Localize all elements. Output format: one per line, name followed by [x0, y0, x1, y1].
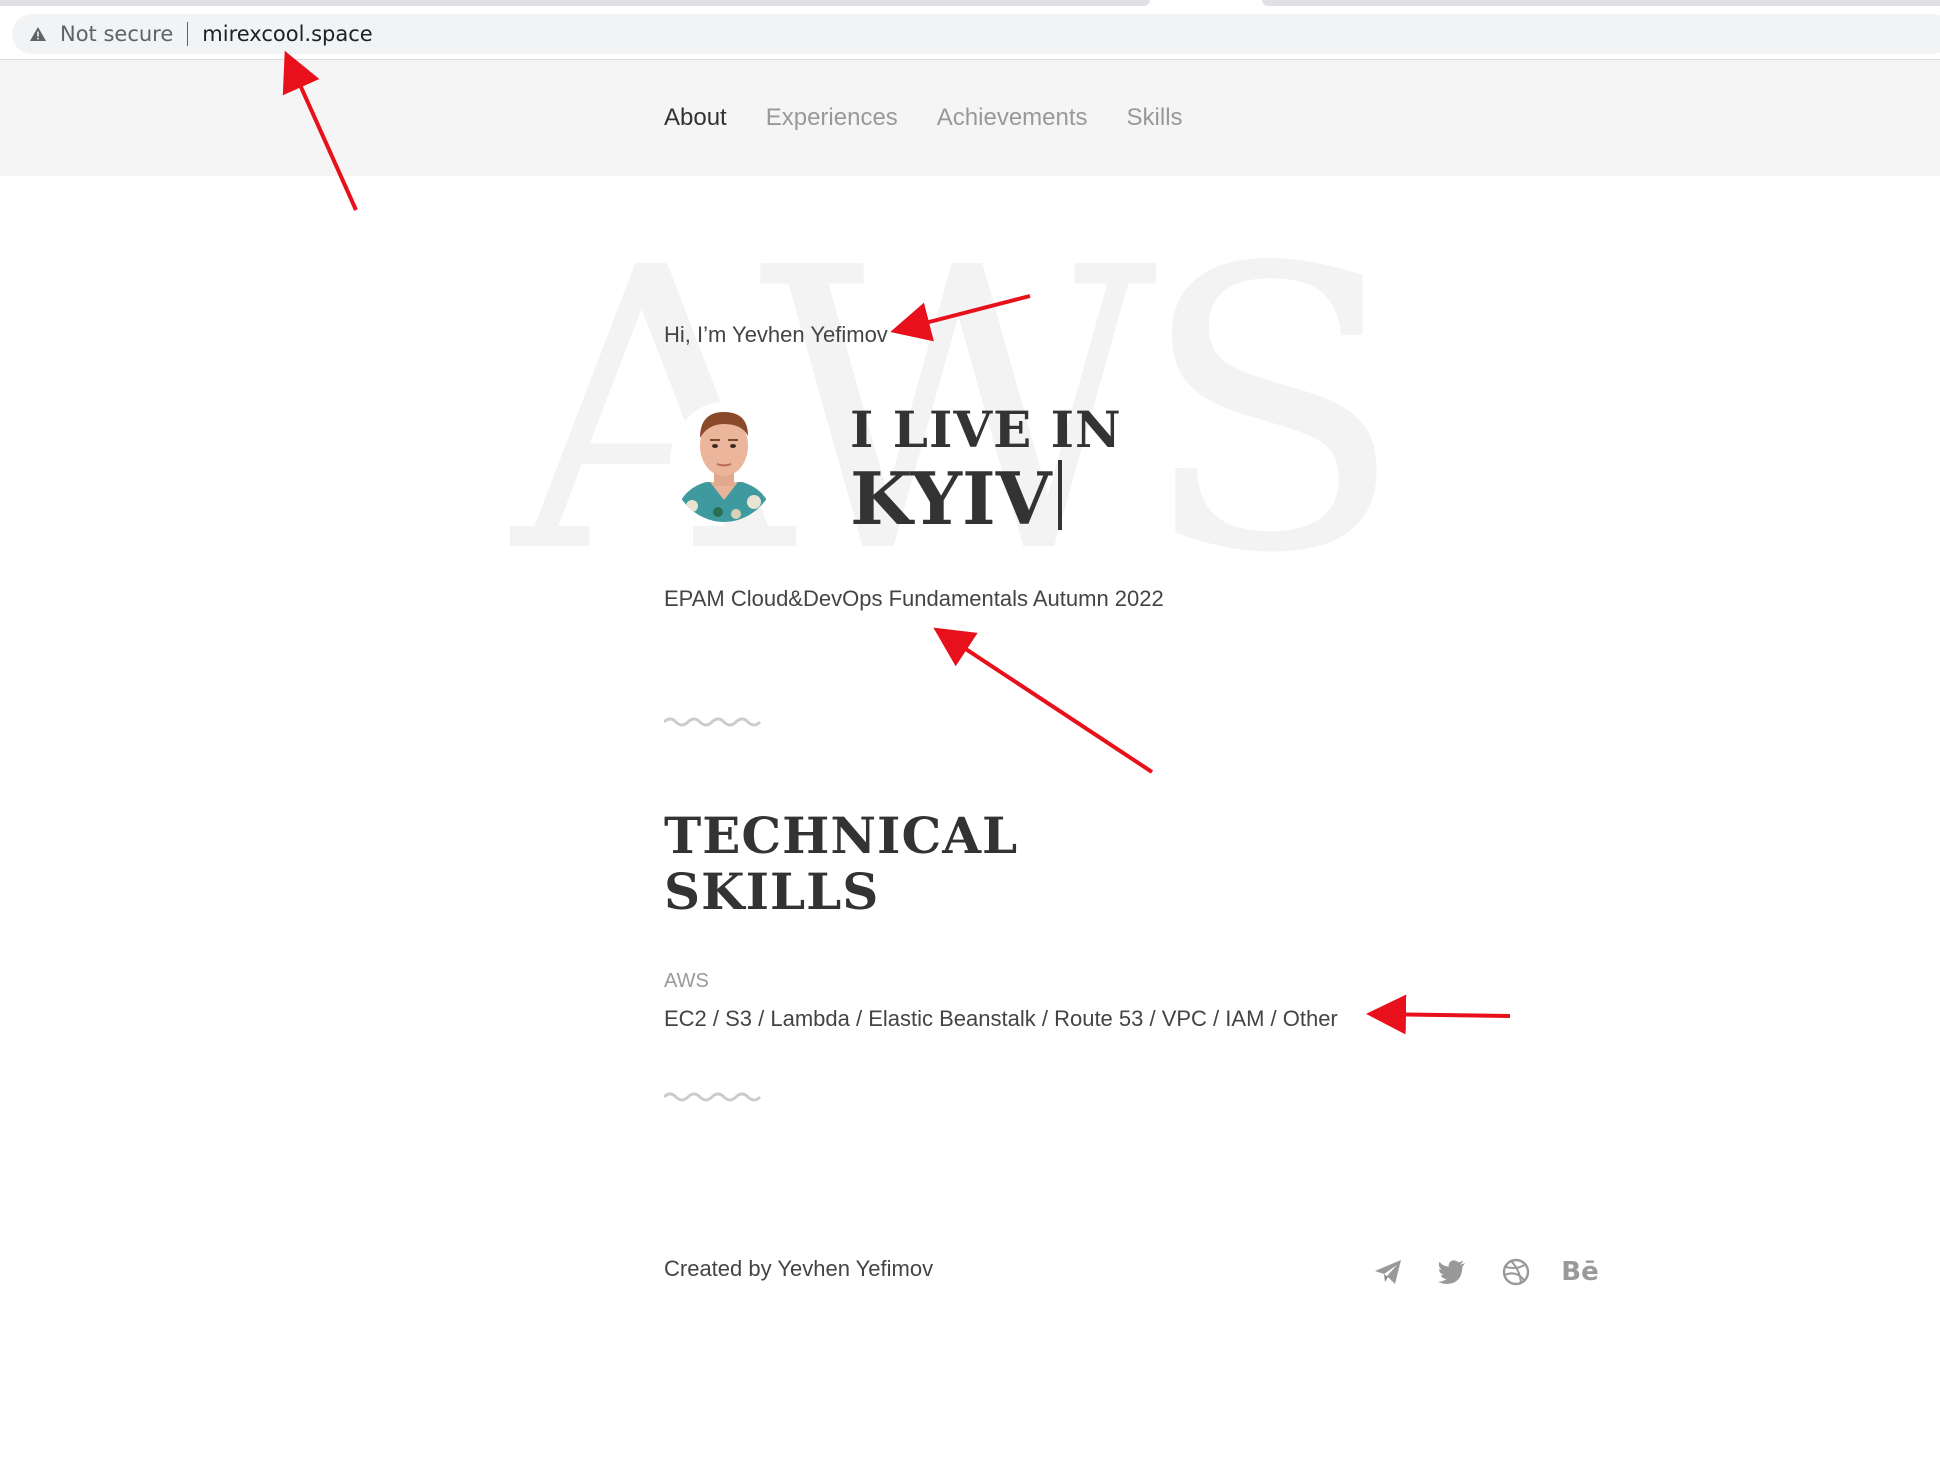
wave-divider — [664, 1092, 762, 1102]
nav-link-skills[interactable]: Skills — [1127, 104, 1183, 132]
warning-triangle-icon[interactable] — [28, 24, 48, 44]
nav-link-achievements[interactable]: Achievements — [937, 104, 1088, 132]
footer-credit: Created by Yevhen Yefimov — [664, 1256, 934, 1281]
twitter-icon[interactable] — [1436, 1256, 1468, 1288]
skill-category-label: AWS — [664, 970, 709, 992]
course-text: EPAM Cloud&DevOps Fundamentals Autumn 20… — [664, 586, 1164, 611]
skills-heading-line1: TECHNICAL — [664, 806, 1019, 865]
nav-link-experiences[interactable]: Experiences — [766, 104, 898, 132]
social-links: Bē — [1372, 1256, 1599, 1288]
browser-tab[interactable] — [0, 0, 1150, 6]
city-heading: KYIV — [850, 460, 1062, 535]
live-in-heading: I LIVE IN — [850, 400, 1122, 459]
skill-list-text: EC2 / S3 / Lambda / Elastic Beanstalk / … — [664, 1006, 1338, 1031]
browser-toolbar: Not secure mirexcool.space — [0, 8, 1940, 60]
greeting-text: Hi, I’m Yevhen Yefimov — [664, 322, 888, 347]
city-text: KYIV — [850, 456, 1052, 541]
skills-heading: TECHNICAL SKILLS — [664, 808, 1018, 920]
wave-divider — [664, 717, 762, 727]
browser-tab[interactable] — [1262, 0, 1940, 6]
avatar — [670, 402, 778, 522]
skills-heading-line2: SKILLS — [664, 862, 880, 921]
site-header: About Experiences Achievements Skills — [0, 60, 1940, 176]
dribbble-icon[interactable] — [1500, 1256, 1532, 1288]
security-status-text[interactable]: Not secure — [60, 22, 173, 46]
main-nav: About Experiences Achievements Skills — [664, 60, 1222, 176]
annotation-arrow — [933, 627, 1154, 774]
address-divider — [187, 22, 189, 46]
address-bar[interactable]: Not secure mirexcool.space — [12, 14, 1940, 54]
nav-link-about[interactable]: About — [664, 104, 727, 132]
url-text[interactable]: mirexcool.space — [202, 22, 372, 46]
typing-caret — [1057, 460, 1062, 530]
behance-icon[interactable]: Bē — [1561, 1256, 1598, 1288]
annotation-arrow — [1366, 994, 1511, 1035]
telegram-icon[interactable] — [1372, 1256, 1404, 1288]
